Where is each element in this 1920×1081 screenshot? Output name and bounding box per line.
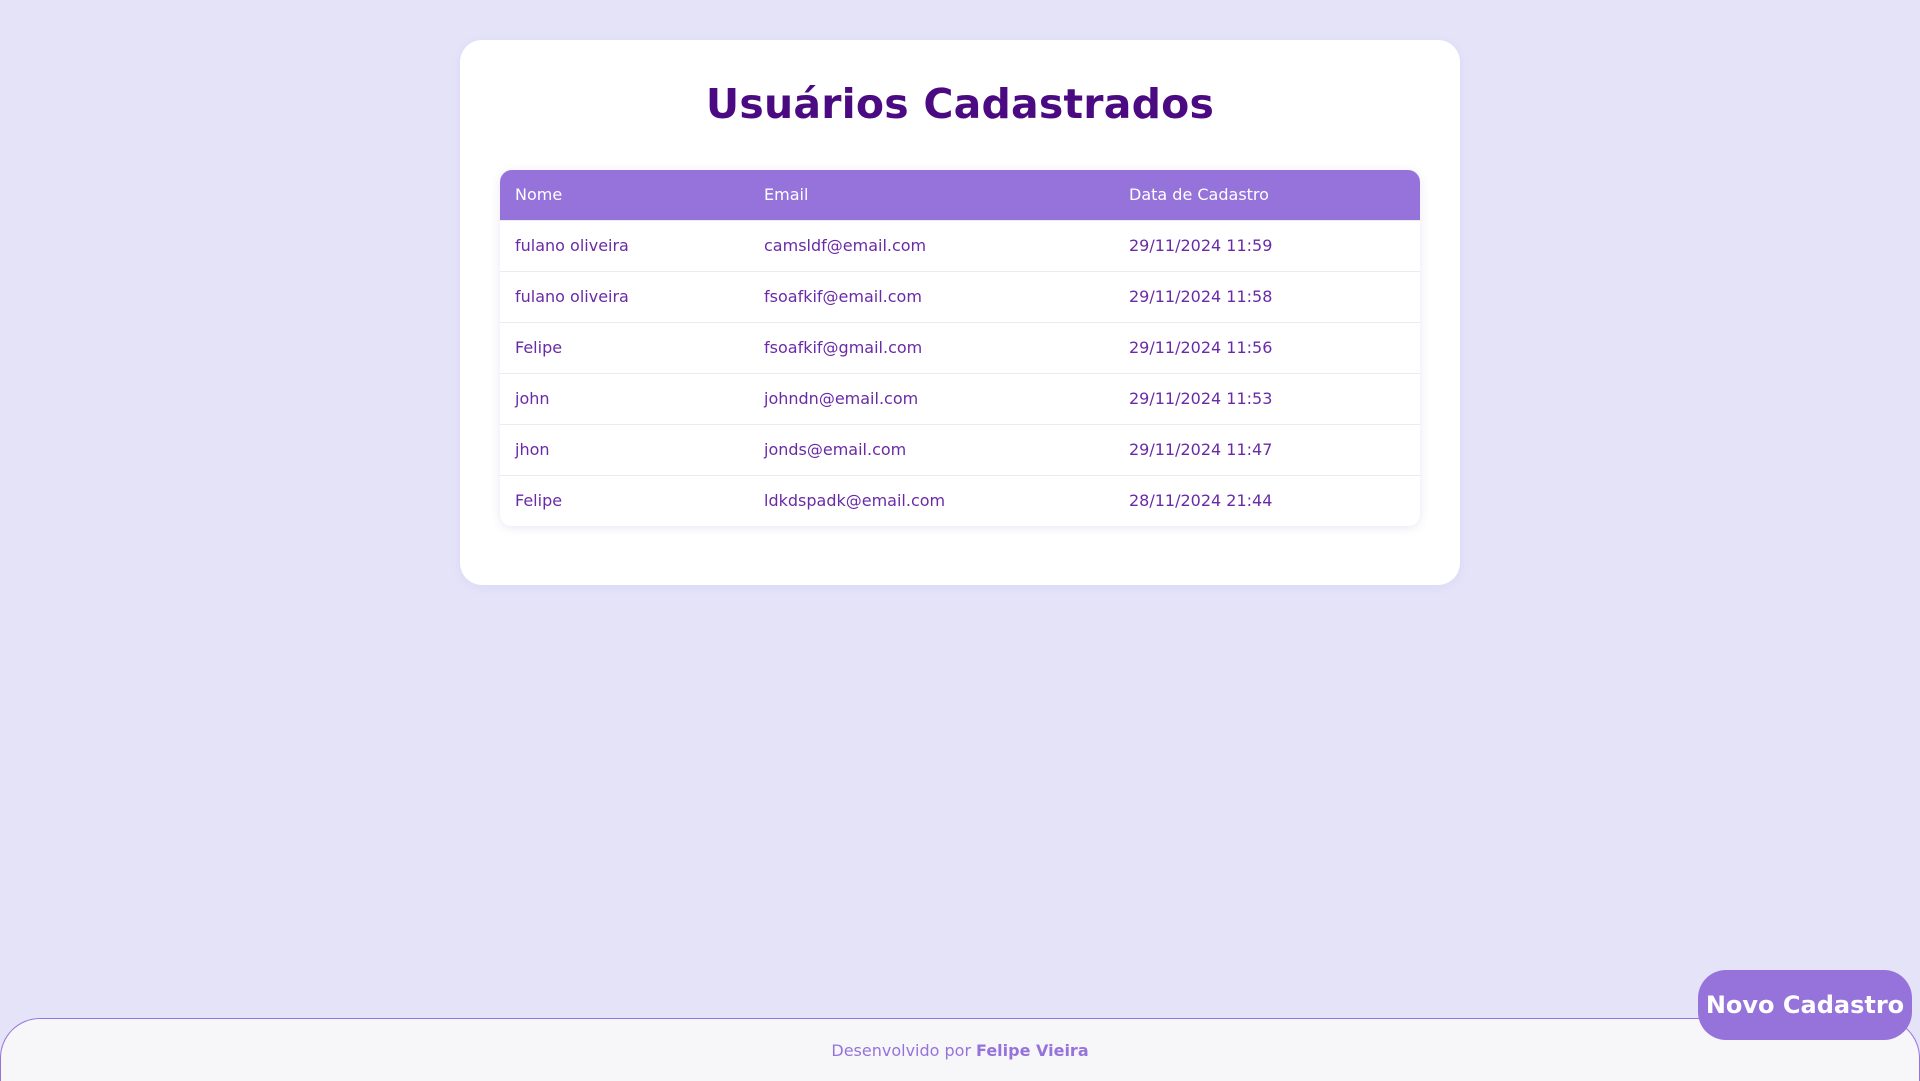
cell-nome: fulano oliveira <box>500 270 749 322</box>
cell-nome: jhon <box>500 423 749 475</box>
cell-data: 29/11/2024 11:59 <box>1114 219 1420 271</box>
table-row: Felipe ldkdspadk@email.com 28/11/2024 21… <box>500 474 1420 526</box>
table-header-row: Nome Email Data de Cadastro <box>500 170 1420 220</box>
column-header-nome: Nome <box>515 185 563 205</box>
cell-data: 29/11/2024 11:56 <box>1114 321 1420 373</box>
footer-prefix: Desenvolvido por <box>831 1040 972 1060</box>
footer-author: Felipe Vieira <box>976 1040 1089 1060</box>
table-row: Felipe fsoafkif@gmail.com 29/11/2024 11:… <box>500 321 1420 373</box>
column-header-email: Email <box>764 185 809 205</box>
cell-email: ldkdspadk@email.com <box>749 474 1114 526</box>
table-row: john johndn@email.com 29/11/2024 11:53 <box>500 372 1420 424</box>
cell-data: 29/11/2024 11:47 <box>1114 423 1420 475</box>
cell-data: 29/11/2024 11:53 <box>1114 372 1420 424</box>
cell-email: camsldf@email.com <box>749 219 1114 271</box>
cell-email: jonds@email.com <box>749 423 1114 475</box>
cell-data: 28/11/2024 21:44 <box>1114 474 1420 526</box>
users-card: Usuários Cadastrados Nome Email Data de … <box>460 40 1460 585</box>
cell-nome: john <box>500 372 749 424</box>
table-row: fulano oliveira camsldf@email.com 29/11/… <box>500 219 1420 271</box>
page-title: Usuários Cadastrados <box>705 80 1215 128</box>
cell-email: fsoafkif@gmail.com <box>749 321 1114 373</box>
cell-nome: fulano oliveira <box>500 219 749 271</box>
column-header-data-cadastro: Data de Cadastro <box>1129 185 1269 205</box>
page-footer: Desenvolvido por Felipe Vieira <box>0 1018 1920 1081</box>
novo-cadastro-button[interactable]: Novo Cadastro <box>1698 970 1912 1040</box>
cell-email: johndn@email.com <box>749 372 1114 424</box>
cell-nome: Felipe <box>500 321 749 373</box>
cell-email: fsoafkif@email.com <box>749 270 1114 322</box>
table-row: jhon jonds@email.com 29/11/2024 11:47 <box>500 423 1420 475</box>
users-table: Nome Email Data de Cadastro fulano olive… <box>500 170 1420 526</box>
cell-data: 29/11/2024 11:58 <box>1114 270 1420 322</box>
table-row: fulano oliveira fsoafkif@email.com 29/11… <box>500 270 1420 322</box>
cell-nome: Felipe <box>500 474 749 526</box>
